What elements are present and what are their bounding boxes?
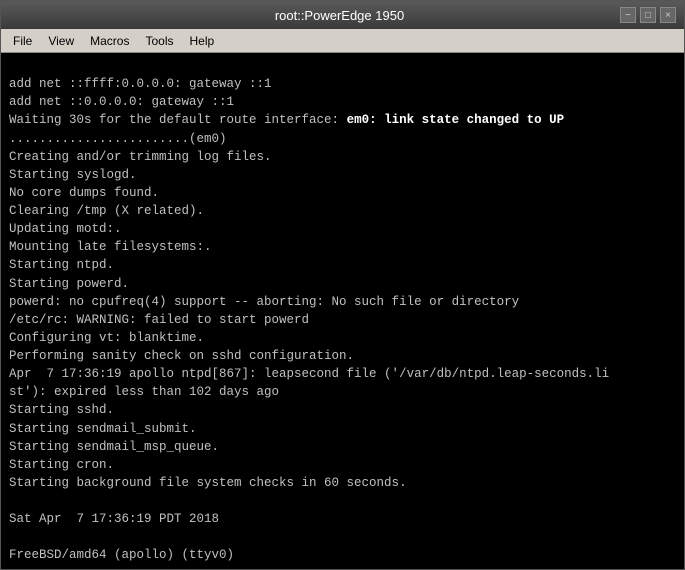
menu-tools[interactable]: Tools (137, 32, 181, 50)
window-title: root::PowerEdge 1950 (59, 8, 620, 23)
menu-view[interactable]: View (40, 32, 82, 50)
menu-bar: File View Macros Tools Help (1, 29, 684, 53)
close-button[interactable]: × (660, 7, 676, 23)
menu-help[interactable]: Help (182, 32, 223, 50)
minimize-button[interactable]: − (620, 7, 636, 23)
menu-file[interactable]: File (5, 32, 40, 50)
window-controls: − □ × (620, 7, 676, 23)
terminal-body[interactable]: add net ::ffff:0.0.0.0: gateway ::1 add … (1, 53, 684, 569)
maximize-button[interactable]: □ (640, 7, 656, 23)
title-bar: root::PowerEdge 1950 − □ × (1, 1, 684, 29)
menu-macros[interactable]: Macros (82, 32, 137, 50)
terminal-output: add net ::ffff:0.0.0.0: gateway ::1 add … (9, 57, 676, 569)
terminal-window: root::PowerEdge 1950 − □ × File View Mac… (0, 0, 685, 570)
